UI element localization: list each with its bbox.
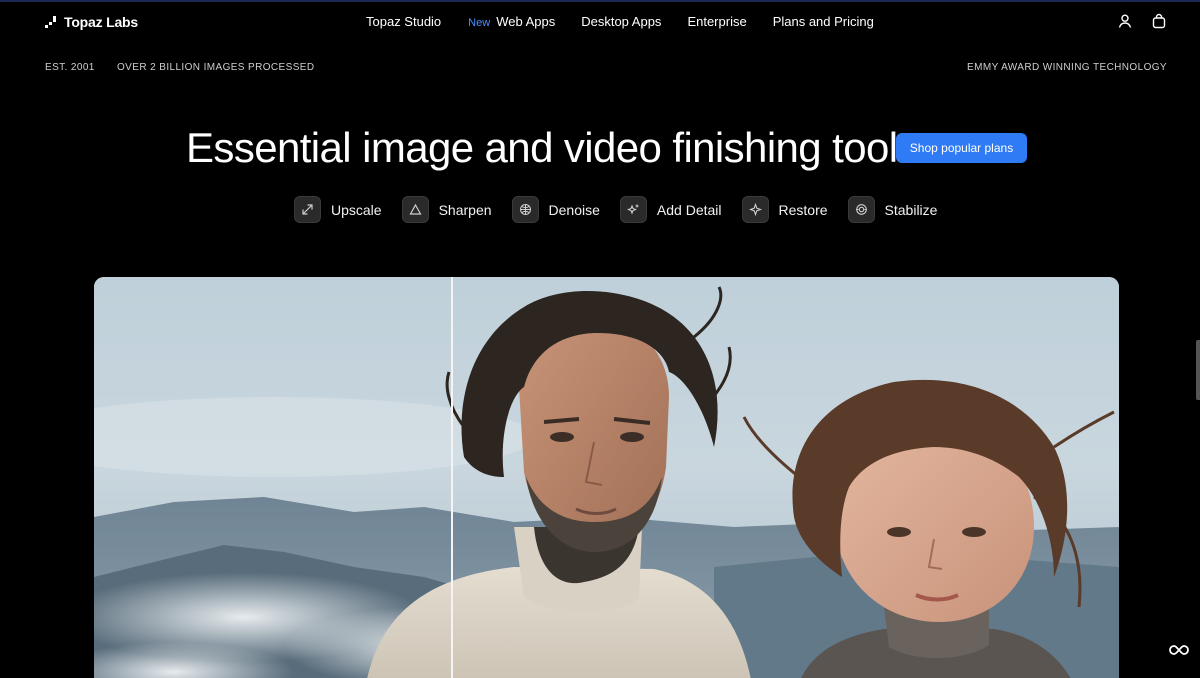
tool-add-detail[interactable]: Add Detail (619, 196, 722, 223)
nav-web-apps-label: Web Apps (496, 14, 556, 29)
logo-icon (45, 16, 57, 28)
upscale-icon (294, 196, 321, 223)
cart-icon[interactable] (1151, 13, 1167, 29)
nav-topaz-studio[interactable]: Topaz Studio (366, 14, 441, 29)
hero-headline: Essential image and video finishing tool… (186, 124, 930, 171)
award-text: EMMY AWARD WINNING TECHNOLOGY (967, 62, 1167, 73)
shop-plans-button[interactable]: Shop popular plans (896, 133, 1027, 163)
logo-text: Topaz Labs (64, 14, 138, 30)
nav-enterprise[interactable]: Enterprise (687, 14, 746, 29)
tool-stabilize[interactable]: Stabilize (847, 196, 938, 223)
sharpen-icon (401, 196, 429, 223)
tool-upscale[interactable]: Upscale (294, 196, 382, 223)
tool-label: Sharpen (438, 201, 492, 218)
established-text: EST. 2001 (45, 62, 95, 73)
tool-sharpen[interactable]: Sharpen (401, 196, 492, 223)
stabilize-icon (847, 196, 875, 223)
images-processed-text: OVER 2 BILLION IMAGES PROCESSED (117, 62, 315, 73)
add-detail-icon (619, 196, 647, 223)
nav-plans-pricing[interactable]: Plans and Pricing (773, 14, 874, 29)
page: Topaz Labs Topaz Studio New Web Apps Desk… (0, 0, 1200, 678)
tool-label: Denoise (548, 201, 600, 218)
tool-label: Restore (778, 201, 828, 218)
comparison-image[interactable] (94, 277, 1119, 678)
comparison-slider-handle[interactable] (451, 277, 453, 678)
nav-icons (1117, 13, 1167, 29)
scrollbar-thumb[interactable] (1196, 340, 1200, 400)
tools-row: Upscale Sharpen Denoise Add Detail Resto… (294, 196, 957, 223)
nav-desktop-apps[interactable]: Desktop Apps (581, 14, 661, 29)
denoise-icon (511, 196, 539, 223)
tool-label: Upscale (331, 201, 382, 218)
account-icon[interactable] (1117, 13, 1133, 29)
restore-icon (741, 196, 769, 223)
tool-denoise[interactable]: Denoise (511, 196, 600, 223)
hero-photo-graphic (94, 277, 1119, 678)
infinity-badge-icon[interactable] (1168, 644, 1190, 656)
tool-label: Add Detail (656, 201, 722, 218)
nav-web-apps[interactable]: New Web Apps (468, 14, 555, 29)
tool-restore[interactable]: Restore (741, 196, 828, 223)
top-navigation: Topaz Labs Topaz Studio New Web Apps Desk… (0, 0, 1200, 44)
logo[interactable]: Topaz Labs (45, 14, 138, 30)
nav-links: Topaz Studio New Web Apps Desktop Apps En… (366, 14, 900, 29)
tool-label: Stabilize (884, 201, 938, 218)
new-badge: New (468, 17, 491, 29)
